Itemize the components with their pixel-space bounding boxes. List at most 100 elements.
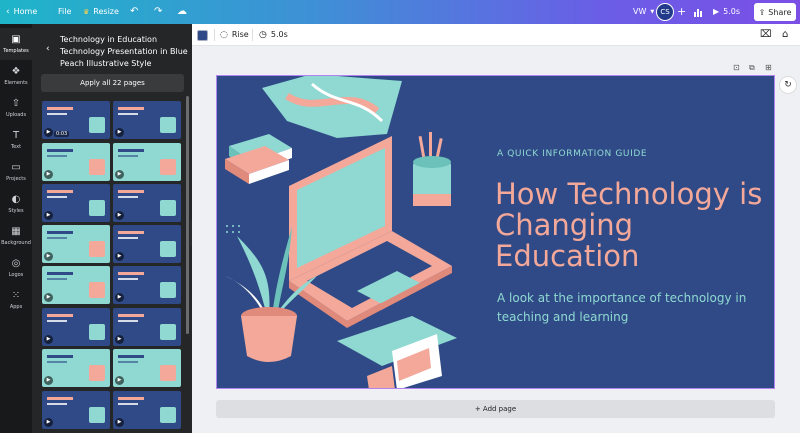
thumb-shape [47, 190, 73, 193]
thumb-shape [47, 320, 67, 322]
back-arrow-icon[interactable]: ‹ [46, 44, 50, 54]
vw-menu[interactable]: VW ▼ [633, 0, 654, 24]
background-icon: ▦ [11, 226, 21, 237]
apply-all-pages-button[interactable]: Apply all 22 pages [41, 74, 184, 92]
thumb-shape [47, 272, 73, 275]
books-illustration [225, 134, 292, 184]
duration-button[interactable]: ◷ 5.0s [259, 24, 288, 46]
panel-scrollbar[interactable] [186, 96, 189, 334]
slide-subtitle[interactable]: A look at the importance of technology i… [497, 289, 767, 327]
thumb-shape [47, 278, 67, 280]
thumb-shape [47, 403, 67, 405]
template-thumbnail[interactable]: ▶ [113, 101, 181, 139]
thumb-shape [47, 314, 73, 317]
cloud-sync-icon[interactable]: ☁ [177, 0, 187, 24]
template-thumbnail[interactable]: ▶ [113, 184, 181, 222]
lock-icon[interactable]: ⌂ [782, 24, 788, 46]
thumb-shape [160, 159, 176, 175]
rail-item-logos[interactable]: ◎ Logos [0, 252, 32, 284]
template-thumbnail[interactable]: ▶ [113, 266, 181, 304]
play-icon: ▶ [44, 252, 53, 261]
present-button[interactable]: ▶ 5.0s [713, 0, 740, 24]
rail-item-templates[interactable]: ▣ Templates [0, 28, 32, 60]
file-label: File [58, 7, 72, 16]
template-thumbnail[interactable]: ▶ [113, 349, 181, 387]
redo-icon[interactable]: ↷ [154, 0, 162, 24]
template-thumbnail[interactable]: ▶ [42, 184, 110, 222]
play-icon: ▶ [115, 128, 124, 137]
duplicate-page-icon[interactable]: ⧉ [749, 63, 755, 73]
thumb-shape [47, 196, 67, 198]
share-label: Share [768, 7, 792, 17]
rail-label: Elements [4, 80, 28, 86]
slide-title[interactable]: How Technology is Changing Education [495, 179, 765, 272]
rail-label: Uploads [5, 112, 27, 118]
play-icon: ▶ [115, 335, 124, 344]
template-thumbnail[interactable]: ▶ [42, 308, 110, 346]
template-thumbnail[interactable]: ▶ [42, 225, 110, 263]
play-icon: ▶ [44, 128, 53, 137]
template-thumbnail[interactable]: ▶ [42, 143, 110, 181]
upload-icon: ⇧ [11, 98, 21, 109]
thumb-shape [47, 107, 73, 110]
play-icon: ▶ [713, 7, 720, 16]
resize-button[interactable]: ♛ Resize [83, 0, 119, 24]
thumb-shape [118, 190, 144, 193]
undo-icon[interactable]: ↶ [130, 0, 138, 24]
template-thumbnail[interactable]: ▶ [113, 143, 181, 181]
thumb-shape [89, 200, 105, 216]
add-collaborator-icon[interactable]: + [677, 0, 686, 24]
rail-item-text[interactable]: T Text [0, 124, 32, 156]
home-button[interactable]: ‹ Home [6, 0, 37, 24]
thumb-shape [89, 282, 105, 298]
refresh-icon[interactable]: ↻ [779, 76, 797, 94]
rail-item-elements[interactable]: ❖ Elements [0, 60, 32, 92]
thumb-shape [47, 397, 73, 400]
slide[interactable]: A QUICK INFORMATION GUIDE How Technology… [216, 75, 775, 389]
thumb-shape [118, 320, 138, 322]
rail-label: Logos [8, 272, 24, 278]
rail-item-background[interactable]: ▦ Background [0, 220, 32, 252]
animation-label: Rise [231, 30, 249, 39]
play-icon: ▶ [44, 170, 53, 179]
thumb-shape [160, 365, 176, 381]
add-page-icon[interactable]: ⊞ [765, 63, 772, 72]
paint-roller-icon[interactable]: ⌧ [760, 24, 772, 46]
template-thumbnail[interactable]: ▶ [42, 266, 110, 304]
add-page-button[interactable]: + Add page [216, 400, 775, 418]
play-icon: ▶ [115, 252, 124, 261]
template-thumbnail[interactable]: ▶ [113, 308, 181, 346]
template-thumbnail[interactable]: ▶ [113, 391, 181, 429]
duration-label: 5.0s [270, 30, 288, 39]
thumb-shape [160, 200, 176, 216]
share-button[interactable]: ⇪ Share [754, 3, 796, 21]
rail-label: Templates [3, 48, 29, 54]
slide-kicker[interactable]: A QUICK INFORMATION GUIDE [497, 149, 647, 159]
rail-item-apps[interactable]: ⁙ Apps [0, 284, 32, 316]
template-thumbnail[interactable]: ▶ [42, 349, 110, 387]
template-thumbnail[interactable]: ▶ 0:03 [42, 101, 110, 139]
template-thumbnail[interactable]: ▶ [42, 391, 110, 429]
rail-label: Apps [9, 304, 23, 310]
rail-item-projects[interactable]: ▭ Projects [0, 156, 32, 188]
divider [214, 29, 215, 41]
file-menu[interactable]: File [58, 0, 71, 24]
present-duration: 5.0s [723, 7, 741, 16]
thumb-shape [160, 407, 176, 423]
left-rail: ▣ Templates ❖ Elements ⇧ Uploads T Text … [0, 24, 32, 433]
template-thumbnail[interactable]: ▶ [113, 225, 181, 263]
thumb-shape [160, 282, 176, 298]
lock-page-icon[interactable]: ⊡ [733, 63, 740, 72]
thumb-shape [89, 407, 105, 423]
background-color-swatch[interactable] [197, 30, 208, 41]
play-icon: ▶ [115, 376, 124, 385]
palette-icon: ◐ [11, 194, 21, 205]
resize-label: Resize [93, 7, 119, 16]
rail-item-styles[interactable]: ◐ Styles [0, 188, 32, 220]
thumb-shape [89, 324, 105, 340]
animate-button[interactable]: ◌ Rise [220, 24, 249, 46]
avatar[interactable]: CS [656, 3, 674, 21]
analytics-icon[interactable] [693, 0, 703, 24]
rail-item-uploads[interactable]: ⇧ Uploads [0, 92, 32, 124]
play-icon: ▶ [44, 418, 53, 427]
